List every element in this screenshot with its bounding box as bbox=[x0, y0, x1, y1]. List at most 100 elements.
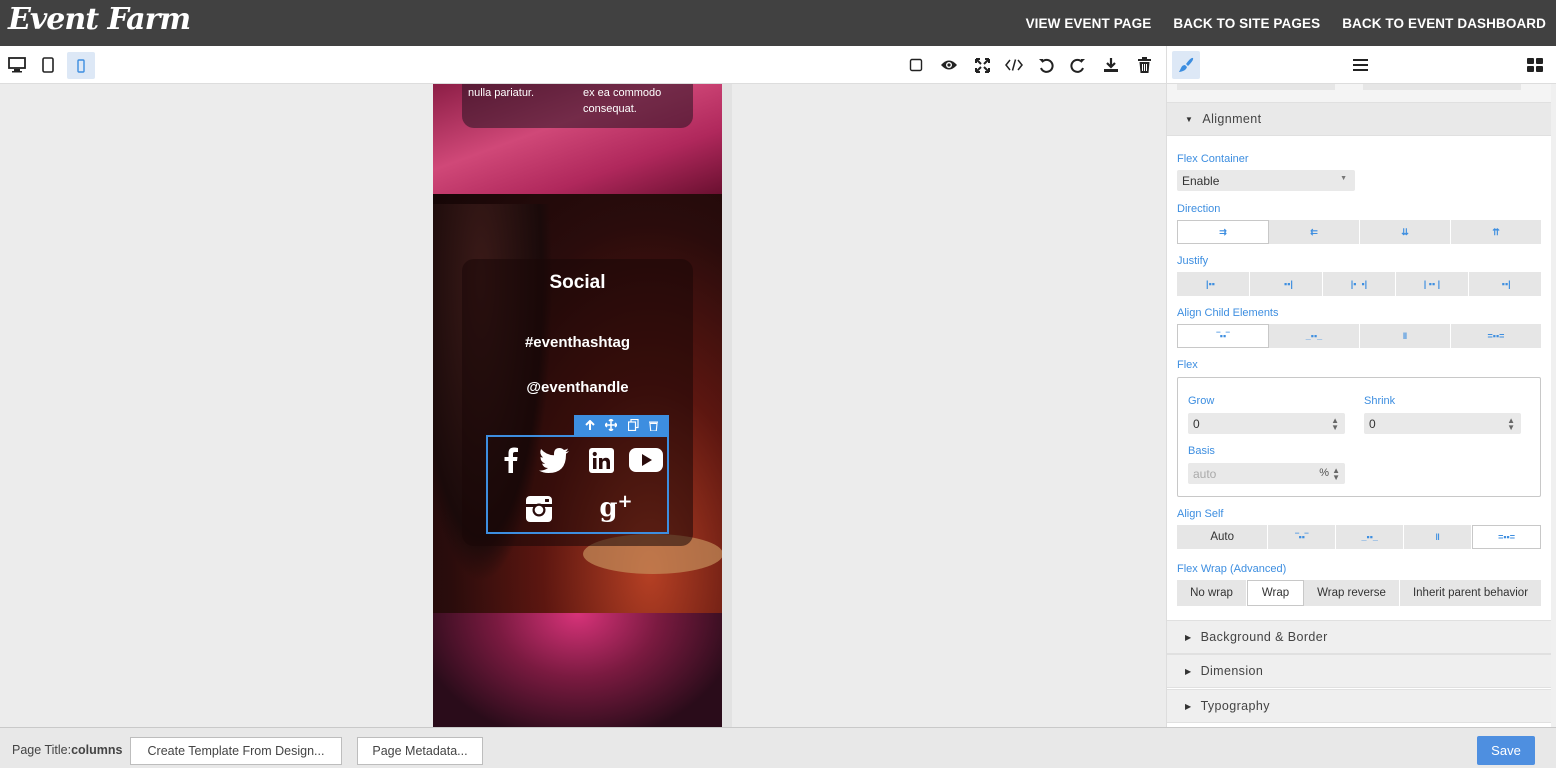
align-self-stretch-button[interactable]: ‖ bbox=[1404, 525, 1473, 549]
direction-row-reverse-icon: ⇇ bbox=[1310, 226, 1318, 237]
crowd-section[interactable] bbox=[433, 613, 722, 727]
back-to-event-dashboard-link[interactable]: BACK TO EVENT DASHBOARD bbox=[1342, 16, 1546, 31]
dimension-section-header[interactable]: ▶ Dimension bbox=[1167, 654, 1551, 688]
page-title-value: columns bbox=[71, 743, 123, 757]
align-self-center-icon: =▪▪= bbox=[1498, 531, 1516, 542]
align-center-icon: =▪▪= bbox=[1487, 330, 1505, 341]
caret-right-icon: ▶ bbox=[1185, 632, 1192, 642]
twitter-icon[interactable] bbox=[537, 445, 571, 475]
tablet-icon[interactable] bbox=[33, 46, 63, 84]
arrow-up-icon[interactable] bbox=[585, 419, 595, 431]
flex-container-select[interactable]: Enable ▼ bbox=[1177, 170, 1355, 191]
justify-center-button[interactable]: ▪▪| bbox=[1469, 272, 1541, 296]
alignment-section-header[interactable]: ▼ Alignment bbox=[1167, 102, 1551, 136]
justify-button-group: |▪▪ ▪▪| |▪ ▪| | ▪▪ | ▪▪| bbox=[1177, 272, 1541, 296]
align-self-start-icon: ‾▪▪‾ bbox=[1295, 531, 1308, 542]
mobile-icon[interactable] bbox=[67, 52, 95, 79]
flex-wrap-reverse-button[interactable]: Wrap reverse bbox=[1304, 580, 1400, 606]
column-text-right-line2[interactable]: consequat. bbox=[583, 103, 637, 115]
column-text-left[interactable]: nulla pariatur. bbox=[468, 87, 534, 99]
view-event-page-link[interactable]: VIEW EVENT PAGE bbox=[1026, 16, 1152, 31]
flex-wrap-label: Flex Wrap (Advanced) bbox=[1177, 563, 1287, 575]
social-icons-block[interactable]: g + bbox=[486, 435, 669, 534]
fullscreen-icon[interactable] bbox=[967, 46, 997, 84]
top-header: Event Farm VIEW EVENT PAGE BACK TO SITE … bbox=[0, 0, 1556, 46]
basis-unit[interactable]: % bbox=[1319, 467, 1329, 479]
grow-input[interactable]: 0 ▲ ▼ bbox=[1188, 413, 1345, 434]
trash-icon[interactable] bbox=[648, 420, 658, 431]
hashtag-text[interactable]: #eventhashtag bbox=[433, 334, 722, 351]
flex-wrap-button-group: No wrap Wrap Wrap reverse Inherit parent… bbox=[1177, 580, 1541, 606]
instagram-icon[interactable] bbox=[524, 494, 554, 524]
flex-wrap-wrap-button[interactable]: Wrap bbox=[1247, 580, 1304, 606]
justify-end-button[interactable]: ▪▪| bbox=[1250, 272, 1323, 296]
typography-label: Typography bbox=[1200, 699, 1270, 713]
justify-label: Justify bbox=[1177, 255, 1209, 267]
column-text-right-line1[interactable]: ex ea commodo bbox=[583, 87, 661, 99]
flex-wrap-nowrap-button[interactable]: No wrap bbox=[1177, 580, 1247, 606]
flex-container-value: Enable bbox=[1182, 173, 1220, 188]
blocks-grid-icon[interactable] bbox=[1522, 54, 1548, 76]
direction-row-reverse-button[interactable]: ⇇ bbox=[1269, 220, 1360, 244]
social-title[interactable]: Social bbox=[433, 272, 722, 294]
text-columns-card[interactable]: nulla pariatur. ex ea commodo consequat. bbox=[462, 84, 693, 128]
flex-label: Flex bbox=[1177, 359, 1198, 371]
import-icon[interactable] bbox=[1096, 46, 1126, 84]
paint-brush-icon[interactable] bbox=[1172, 51, 1200, 79]
editor-toolbar bbox=[0, 46, 1166, 84]
event-farm-logo[interactable]: Event Farm bbox=[8, 2, 191, 37]
align-start-button[interactable]: ‾▪▪‾ bbox=[1177, 324, 1269, 348]
code-icon[interactable] bbox=[999, 46, 1029, 84]
justify-start-button[interactable]: |▪▪ bbox=[1177, 272, 1250, 296]
align-self-auto-button[interactable]: Auto bbox=[1177, 525, 1269, 549]
align-self-center-button[interactable]: =▪▪= bbox=[1472, 525, 1542, 549]
move-icon[interactable] bbox=[605, 419, 618, 431]
preview-scrollbar[interactable] bbox=[722, 84, 732, 727]
panel-scrollbar[interactable] bbox=[1551, 84, 1556, 727]
social-section[interactable]: Social #eventhashtag @eventhandle g + bbox=[433, 194, 722, 613]
direction-column-reverse-button[interactable]: ⇈ bbox=[1451, 220, 1541, 244]
mobile-preview-frame[interactable]: nulla pariatur. ex ea commodo consequat.… bbox=[433, 84, 722, 727]
linkedin-icon[interactable] bbox=[586, 445, 616, 475]
editor-canvas[interactable]: nulla pariatur. ex ea commodo consequat.… bbox=[0, 84, 1166, 727]
typography-section-header[interactable]: ▶ Typography bbox=[1167, 689, 1551, 723]
stepper-icon[interactable]: ▲ ▼ bbox=[1332, 467, 1340, 482]
page-title: Page Title:columns bbox=[12, 743, 122, 757]
square-outline-icon[interactable] bbox=[901, 46, 931, 84]
copy-icon[interactable] bbox=[627, 419, 639, 431]
background-border-section-header[interactable]: ▶ Background & Border bbox=[1167, 620, 1551, 654]
undo-icon[interactable] bbox=[1031, 46, 1061, 84]
page-metadata-button[interactable]: Page Metadata... bbox=[357, 737, 483, 765]
trash-icon[interactable] bbox=[1129, 46, 1159, 84]
google-plus-icon[interactable]: g + bbox=[598, 491, 634, 524]
stepper-icon[interactable]: ▲ ▼ bbox=[1507, 417, 1515, 432]
handle-text[interactable]: @eventhandle bbox=[433, 379, 722, 396]
eye-icon[interactable] bbox=[934, 46, 964, 84]
back-to-site-pages-link[interactable]: BACK TO SITE PAGES bbox=[1173, 16, 1320, 31]
align-end-button[interactable]: _▪▪_ bbox=[1269, 324, 1360, 348]
basis-input[interactable]: auto % ▲ ▼ bbox=[1188, 463, 1345, 484]
youtube-icon[interactable] bbox=[628, 445, 664, 475]
background-border-label: Background & Border bbox=[1200, 630, 1328, 644]
align-stretch-button[interactable]: ‖ bbox=[1360, 324, 1451, 348]
shrink-value: 0 bbox=[1369, 416, 1376, 431]
justify-space-around-button[interactable]: | ▪▪ | bbox=[1396, 272, 1469, 296]
grow-value: 0 bbox=[1193, 416, 1200, 431]
hamburger-menu-icon[interactable] bbox=[1347, 54, 1373, 76]
flex-wrap-inherit-button[interactable]: Inherit parent behavior bbox=[1400, 580, 1541, 606]
direction-column-button[interactable]: ⇊ bbox=[1360, 220, 1451, 244]
facebook-icon[interactable] bbox=[496, 445, 526, 475]
columns-section[interactable]: nulla pariatur. ex ea commodo consequat. bbox=[433, 84, 722, 194]
redo-icon[interactable] bbox=[1063, 46, 1093, 84]
align-self-end-button[interactable]: _▪▪_ bbox=[1336, 525, 1405, 549]
justify-space-between-button[interactable]: |▪ ▪| bbox=[1323, 272, 1396, 296]
align-end-icon: _▪▪_ bbox=[1305, 330, 1323, 341]
save-button[interactable]: Save bbox=[1477, 736, 1535, 765]
shrink-input[interactable]: 0 ▲ ▼ bbox=[1364, 413, 1521, 434]
desktop-icon[interactable] bbox=[2, 46, 32, 84]
direction-row-button[interactable]: ⇉ bbox=[1177, 220, 1269, 244]
create-template-button[interactable]: Create Template From Design... bbox=[130, 737, 342, 765]
align-self-start-button[interactable]: ‾▪▪‾ bbox=[1268, 525, 1337, 549]
align-center-button[interactable]: =▪▪= bbox=[1451, 324, 1541, 348]
stepper-icon[interactable]: ▲ ▼ bbox=[1331, 417, 1339, 432]
